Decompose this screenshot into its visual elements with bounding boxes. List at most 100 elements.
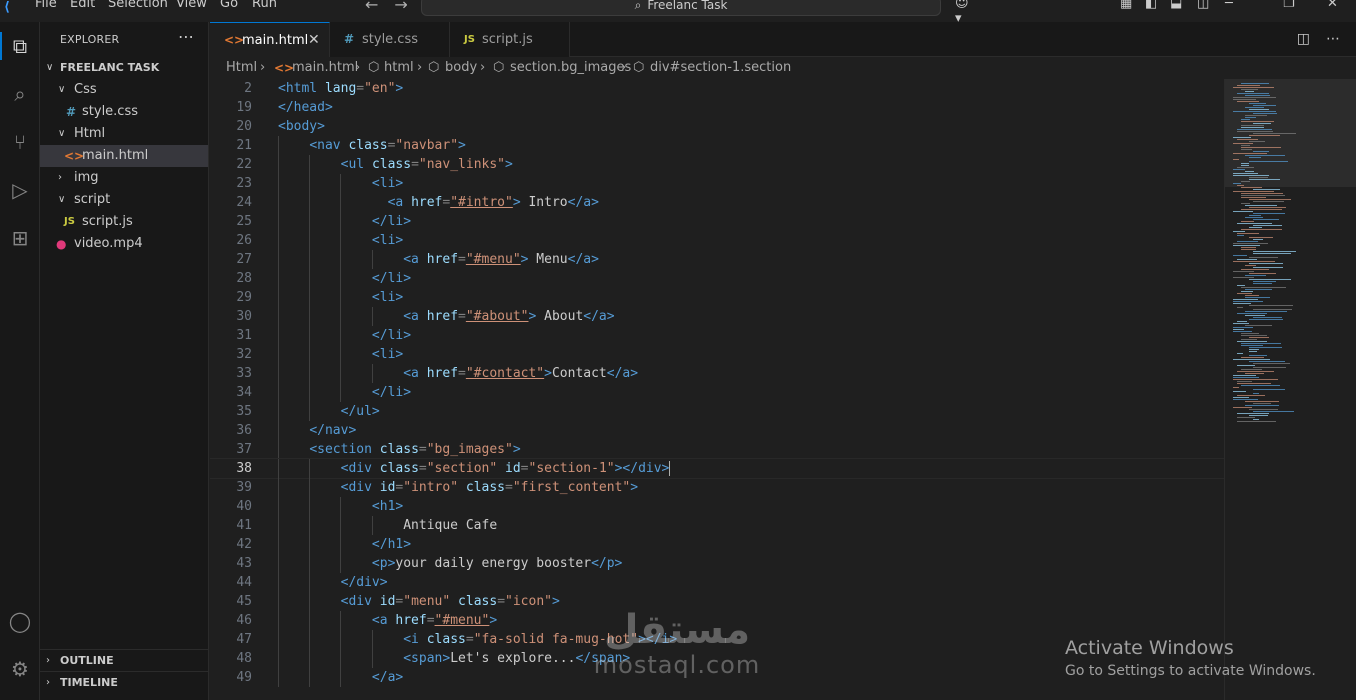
code-text: <p>your daily energy booster</p> [371, 556, 623, 571]
minimap-line [1237, 233, 1259, 234]
menu-selection[interactable]: Selection [108, 0, 168, 11]
code-line[interactable]: 33 <a href="#contact">Contact</a> [210, 364, 1224, 383]
close-tab-icon[interactable]: ✕ [308, 23, 320, 58]
line-number: 30 [236, 309, 252, 324]
code-line[interactable]: 26 <li> [210, 231, 1224, 250]
tab-main-html[interactable]: <> main.html ✕ [210, 22, 330, 57]
code-line[interactable]: 19 </head> [210, 98, 1224, 117]
back-arrow-icon[interactable]: ← [365, 0, 378, 14]
extensions-icon[interactable]: ⊞ [6, 224, 34, 252]
toggle-secondary-sidebar-icon[interactable]: ◫ [1197, 0, 1209, 11]
code-line[interactable]: 34 </li> [210, 383, 1224, 402]
forward-arrow-icon[interactable]: → [394, 0, 407, 14]
toggle-panel-icon[interactable]: ⬓ [1170, 0, 1182, 11]
tree-file-script-js[interactable]: JS script.js [40, 211, 208, 233]
minimap[interactable] [1224, 79, 1356, 700]
line-number: 20 [236, 119, 252, 134]
minimize-icon[interactable]: ─ [1225, 0, 1233, 11]
minimap-line [1233, 301, 1263, 302]
tree-file-main-html[interactable]: <> main.html [40, 145, 208, 167]
minimap-line [1233, 231, 1245, 232]
minimap-line [1241, 165, 1249, 166]
run-debug-icon[interactable]: ▷ [6, 176, 34, 204]
code-line[interactable]: 20 <body> [210, 117, 1224, 136]
line-number: 25 [236, 214, 252, 229]
explorer-icon[interactable]: ⧉ [0, 32, 34, 60]
breadcrumb-item[interactable]: div#section-1.section [650, 57, 791, 79]
tree-folder-html[interactable]: ∨ Html [40, 123, 208, 145]
menu-go[interactable]: Go [220, 0, 238, 11]
minimap-line [1241, 187, 1262, 188]
code-line[interactable]: 30 <a href="#about"> About</a> [210, 307, 1224, 326]
tree-item-label: style.css [82, 104, 138, 119]
tree-file-video-mp4[interactable]: ● video.mp4 [40, 233, 208, 255]
menu-view[interactable]: View [176, 0, 207, 11]
code-line[interactable]: 28 </li> [210, 269, 1224, 288]
customize-layout-icon[interactable]: ▦ [1120, 0, 1132, 11]
code-line[interactable]: 35 </ul> [210, 402, 1224, 421]
minimap-line [1245, 295, 1259, 296]
minimap-line [1249, 409, 1278, 410]
code-line[interactable]: 24 <a href="#intro"> Intro</a> [210, 193, 1224, 212]
tree-folder-script[interactable]: ∨ script [40, 189, 208, 211]
code-line[interactable]: 32 <li> [210, 345, 1224, 364]
code-line[interactable]: 44 </div> [210, 573, 1224, 592]
menu-edit[interactable]: Edit [70, 0, 95, 11]
minimap-line [1245, 217, 1263, 218]
code-line[interactable]: 25 </li> [210, 212, 1224, 231]
split-editor-icon[interactable]: ◫ [1297, 31, 1310, 47]
text-cursor [669, 461, 671, 476]
outline-section[interactable]: › OUTLINE [40, 649, 208, 672]
workspace-root[interactable]: ∨ FREELANC TASK [40, 57, 208, 79]
element-icon: ⬡ [428, 60, 440, 75]
breadcrumb-item[interactable]: main.html [292, 57, 358, 79]
code-line[interactable]: 2 <html lang="en"> [210, 79, 1224, 98]
breadcrumb-item[interactable]: section.bg_images [510, 57, 631, 79]
command-center-search[interactable]: ⌕ Freelanc Task [421, 0, 941, 16]
more-actions-icon[interactable]: ⋯ [178, 27, 194, 46]
js-file-icon: JS [464, 34, 475, 45]
code-line[interactable]: 43 <p>your daily energy booster</p> [210, 554, 1224, 573]
tab-script-js[interactable]: JS script.js [450, 22, 570, 57]
search-icon[interactable]: ⌕ [6, 80, 34, 108]
maximize-icon[interactable]: ❐ [1283, 0, 1295, 11]
menu-file[interactable]: File [35, 0, 57, 11]
code-line[interactable]: 21 <nav class="navbar"> [210, 136, 1224, 155]
minimap-line [1253, 123, 1271, 124]
breadcrumb-item[interactable]: body [445, 57, 477, 79]
code-line[interactable]: 42 </h1> [210, 535, 1224, 554]
minimap-line [1233, 87, 1274, 88]
code-line[interactable]: 31 </li> [210, 326, 1224, 345]
minimap-line [1233, 183, 1241, 184]
code-line[interactable]: 40 <h1> [210, 497, 1224, 516]
tree-folder-css[interactable]: ∨ Css [40, 79, 208, 101]
breadcrumb-item[interactable]: Html [226, 57, 257, 79]
code-line[interactable]: 37 <section class="bg_images"> [210, 440, 1224, 459]
tab-label: script.js [482, 32, 533, 47]
more-actions-icon[interactable]: ⋯ [1326, 31, 1340, 47]
chevron-right-icon: › [260, 60, 266, 75]
minimap-line [1237, 293, 1252, 294]
breadcrumb-item[interactable]: html [384, 57, 414, 79]
code-line[interactable]: 39 <div id="intro" class="first_content"… [210, 478, 1224, 497]
code-line[interactable]: 23 <li> [210, 174, 1224, 193]
code-line[interactable]: 22 <ul class="nav_links"> [210, 155, 1224, 174]
account-icon[interactable]: ◯ [6, 607, 34, 635]
code-line[interactable]: 41 Antique Cafe [210, 516, 1224, 535]
code-text: </li> [371, 328, 412, 343]
code-line[interactable]: 38 <div class="section" id="section-1"><… [210, 458, 1224, 479]
code-line[interactable]: 29 <li> [210, 288, 1224, 307]
timeline-section[interactable]: › TIMELINE [40, 671, 208, 694]
close-window-icon[interactable]: ✕ [1327, 0, 1338, 11]
line-number: 29 [236, 290, 252, 305]
settings-gear-icon[interactable]: ⚙ [6, 655, 34, 683]
tree-file-style-css[interactable]: # style.css [40, 101, 208, 123]
toggle-sidebar-icon[interactable]: ◧ [1145, 0, 1157, 11]
tab-style-css[interactable]: # style.css [330, 22, 450, 57]
menu-run[interactable]: Run [252, 0, 277, 11]
source-control-icon[interactable]: ⑂ [6, 128, 34, 156]
code-line[interactable]: 36 </nav> [210, 421, 1224, 440]
code-line[interactable]: 27 <a href="#menu"> Menu</a> [210, 250, 1224, 269]
tree-folder-img[interactable]: › img [40, 167, 208, 189]
chevron-right-icon: › [417, 60, 423, 75]
